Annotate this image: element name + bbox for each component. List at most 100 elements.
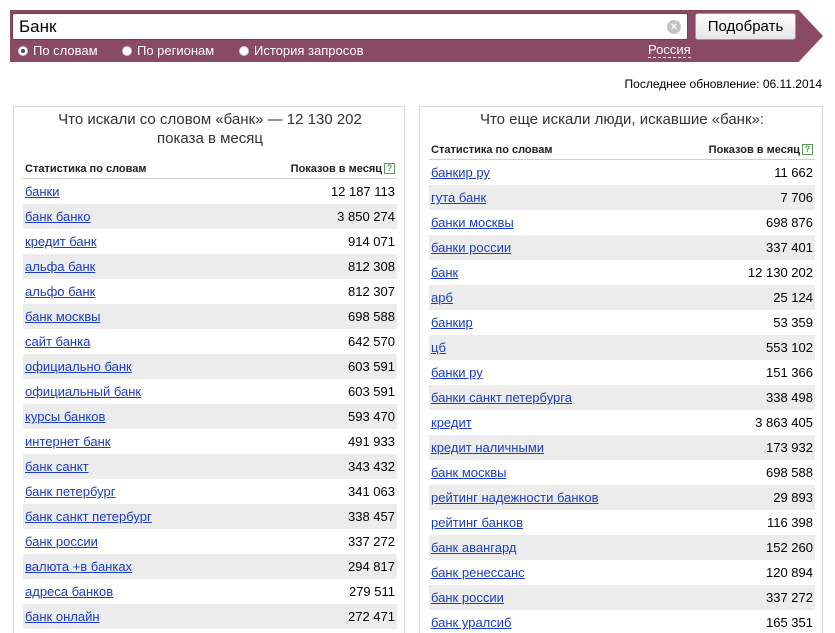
impressions-count: 12 130 202 (747, 265, 813, 280)
keyword-link[interactable]: официальный банк (25, 384, 141, 399)
impressions-count: 116 398 (766, 515, 813, 530)
table-row: банк петербург 341 063 (23, 479, 397, 504)
impressions-count: 338 498 (766, 390, 813, 405)
table-row: банк уралсиб 165 351 (429, 610, 815, 633)
keyword-link[interactable]: банки санкт петербурга (431, 390, 572, 405)
submit-button[interactable]: Подобрать (695, 13, 796, 40)
table-body: банкир ру 11 662 гута банк 7 706 банки москв… (429, 160, 815, 633)
help-icon[interactable]: ? (384, 163, 395, 175)
keyword-link[interactable]: гута банк (431, 190, 486, 205)
table-row: официальный банк 603 591 (23, 379, 397, 404)
col-count-label: Показов в месяц (708, 143, 800, 156)
table-row: банкир 53 359 (429, 310, 815, 335)
table-row: цб 553 102 (429, 335, 815, 360)
impressions-count: 642 570 (348, 334, 395, 349)
table-row: кредит наличными 173 932 (429, 435, 815, 460)
impressions-count: 343 432 (348, 459, 395, 474)
keyword-link[interactable]: банк москвы (431, 465, 506, 480)
table-row: банк банко 3 850 274 (23, 204, 397, 229)
mode-label: По регионам (137, 43, 215, 58)
keyword-link[interactable]: банк (431, 265, 458, 280)
mode-by-regions[interactable]: По регионам (122, 43, 214, 58)
impressions-count: 337 272 (766, 590, 813, 605)
keyword-link[interactable]: арб (431, 290, 453, 305)
table-row: валюта +в банках 294 817 (23, 554, 397, 579)
keyword-link[interactable]: банкир (431, 315, 473, 330)
keyword-link[interactable]: цб (431, 340, 446, 355)
keyword-link[interactable]: банки россии (431, 240, 511, 255)
impressions-count: 337 401 (766, 240, 813, 255)
table-row: гута банк 7 706 (429, 185, 815, 210)
keyword-link[interactable]: банки москвы (431, 215, 514, 230)
mode-by-words[interactable]: По словам (18, 43, 98, 58)
keyword-link[interactable]: банк уралсиб (431, 615, 511, 630)
keyword-link[interactable]: кредит наличными (431, 440, 544, 455)
impressions-count: 165 351 (766, 615, 813, 630)
keyword-link[interactable]: банк россии (25, 534, 98, 549)
keyword-link[interactable]: официально банк (25, 359, 132, 374)
table-row: банкир ру 11 662 (429, 160, 815, 185)
table-header: Статистика по словам Показов в месяц? (23, 159, 397, 179)
impressions-count: 7 706 (780, 190, 813, 205)
keyword-link[interactable]: банк россии (431, 590, 504, 605)
table-row: банк москвы 698 588 (23, 304, 397, 329)
search-input[interactable] (19, 17, 659, 37)
table-row: банки санкт петербурга 338 498 (429, 385, 815, 410)
table-body: банки 12 187 113 банк банко 3 850 274 кредит… (23, 179, 397, 629)
keyword-link[interactable]: курсы банков (25, 409, 105, 424)
radio-icon[interactable] (239, 45, 249, 56)
keyword-link[interactable]: кредит банк (25, 234, 97, 249)
keyword-link[interactable]: банки ру (431, 365, 483, 380)
mode-label: История запросов (254, 43, 364, 58)
radio-icon[interactable] (18, 45, 28, 56)
keyword-link[interactable]: банк онлайн (25, 609, 100, 624)
keyword-link[interactable]: адреса банков (25, 584, 113, 599)
table-row: сайт банка 642 570 (23, 329, 397, 354)
impressions-count: 914 071 (348, 234, 395, 249)
keyword-table: Статистика по словам Показов в месяц? ба… (23, 159, 397, 629)
table-row: курсы банков 593 470 (23, 404, 397, 429)
keyword-link[interactable]: банк петербург (25, 484, 115, 499)
keyword-link[interactable]: рейтинг надежности банков (431, 490, 599, 505)
impressions-count: 173 932 (766, 440, 813, 455)
keyword-link[interactable]: банк санкт (25, 459, 89, 474)
keyword-link[interactable]: интернет банк (25, 434, 111, 449)
table-row: альфо банк 812 307 (23, 279, 397, 304)
keyword-link[interactable]: банк ренессанс (431, 565, 525, 580)
table-row: банки 12 187 113 (23, 179, 397, 204)
keyword-link[interactable]: валюта +в банках (25, 559, 132, 574)
mode-history[interactable]: История запросов (239, 43, 364, 58)
impressions-count: 3 863 405 (755, 415, 813, 430)
radio-icon[interactable] (122, 45, 132, 56)
table-row: банк авангард 152 260 (429, 535, 815, 560)
keyword-link[interactable]: банкир ру (431, 165, 490, 180)
impressions-count: 338 457 (348, 509, 395, 524)
table-row: официально банк 603 591 (23, 354, 397, 379)
keyword-link[interactable]: альфа банк (25, 259, 95, 274)
table-row: банк 12 130 202 (429, 260, 815, 285)
keyword-link[interactable]: сайт банка (25, 334, 90, 349)
table-row: кредит 3 863 405 (429, 410, 815, 435)
keyword-link[interactable]: банки (25, 184, 60, 199)
panel-searched-with-word: Что искали со словом «банк» — 12 130 202… (13, 106, 405, 633)
keyword-link[interactable]: банк санкт петербург (25, 509, 152, 524)
table-row: банки россии 337 401 (429, 235, 815, 260)
clear-icon[interactable]: × (667, 20, 681, 34)
table-row: банк санкт 343 432 (23, 454, 397, 479)
panel-title: Что еще искали люди, искавшие «банк»: (479, 111, 765, 128)
impressions-count: 337 272 (348, 534, 395, 549)
keyword-link[interactable]: кредит (431, 415, 472, 430)
keyword-link[interactable]: банк банко (25, 209, 90, 224)
impressions-count: 603 591 (348, 384, 395, 399)
help-icon[interactable]: ? (802, 144, 813, 156)
keyword-link[interactable]: банк москвы (25, 309, 100, 324)
table-row: банк ренессанс 120 894 (429, 560, 815, 585)
keyword-link[interactable]: банк авангард (431, 540, 516, 555)
impressions-count: 151 366 (766, 365, 813, 380)
table-row: кредит банк 914 071 (23, 229, 397, 254)
keyword-link[interactable]: рейтинг банков (431, 515, 523, 530)
keyword-link[interactable]: альфо банк (25, 284, 95, 299)
col-count-label: Показов в месяц (290, 162, 382, 175)
impressions-count: 11 662 (774, 165, 813, 180)
region-selector[interactable]: Россия (648, 43, 691, 58)
